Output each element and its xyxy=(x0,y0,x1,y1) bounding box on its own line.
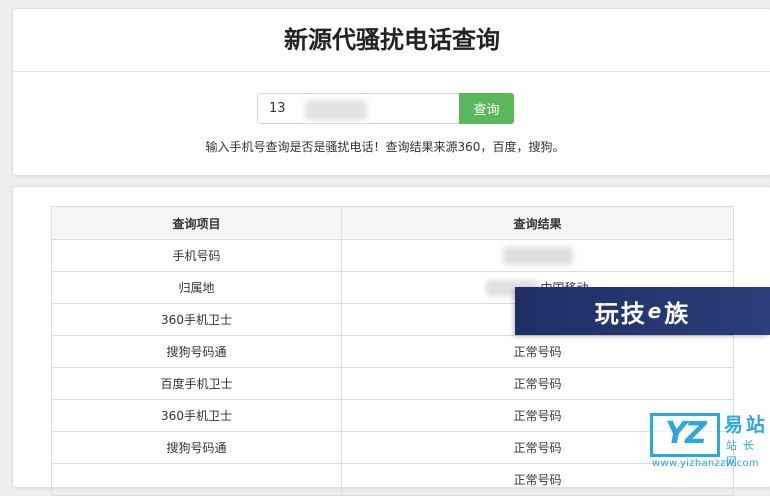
search-hint: 输入手机号查询是否是骚扰电话！查询结果来源360，百度，搜狗。 xyxy=(205,140,565,154)
row-item: 归属地 xyxy=(51,271,342,304)
watermark-banner-e: e xyxy=(647,299,664,323)
redacted-number-overlay xyxy=(305,100,367,120)
row-item: 360手机卫士 xyxy=(51,303,342,336)
row-item: 百度手机卫士 xyxy=(51,367,342,400)
column-header-item: 查询项目 xyxy=(51,206,342,240)
table-row: 正常号码 xyxy=(51,463,734,496)
table-row: 手机号码 xyxy=(51,239,734,272)
row-item: 搜狗号码通 xyxy=(51,431,342,464)
watermark-logo-cn-top: 易站 xyxy=(724,414,769,436)
watermark-logo: YZ 易站 站长网 www.yizhanzzw.com xyxy=(646,410,770,472)
results-table: 查询项目 查询结果 手机号码 归属地 中国移动 360手机卫士 搜狗号码通 正常… xyxy=(51,206,734,496)
watermark-banner: 玩技 e 族 xyxy=(515,287,770,335)
table-row: 搜狗号码通 正常号码 xyxy=(51,335,734,368)
page-title: 新源代骚扰电话查询 xyxy=(13,9,770,72)
yz-logo-icon: YZ xyxy=(650,413,720,457)
column-header-result: 查询结果 xyxy=(341,206,734,240)
watermark-banner-suffix: 族 xyxy=(664,299,691,328)
redacted-value xyxy=(502,246,573,265)
table-row: 搜狗号码通 正常号码 xyxy=(51,431,734,464)
search-row: 查询 xyxy=(257,93,514,124)
table-row: 360手机卫士 正常号码 xyxy=(51,399,734,432)
row-result: 正常号码 xyxy=(341,367,734,400)
row-item: 360手机卫士 xyxy=(51,399,342,432)
watermark-logo-url: www.yizhanzzw.com xyxy=(652,458,759,469)
row-result xyxy=(341,239,734,272)
table-header-row: 查询项目 查询结果 xyxy=(51,206,734,240)
table-row: 百度手机卫士 正常号码 xyxy=(51,367,734,400)
search-button[interactable]: 查询 xyxy=(459,93,514,124)
row-item: 搜狗号码通 xyxy=(51,335,342,368)
row-item: 手机号码 xyxy=(51,239,342,272)
watermark-banner-text: 玩技 xyxy=(594,299,647,328)
row-item xyxy=(51,463,342,496)
row-result: 正常号码 xyxy=(341,335,734,368)
